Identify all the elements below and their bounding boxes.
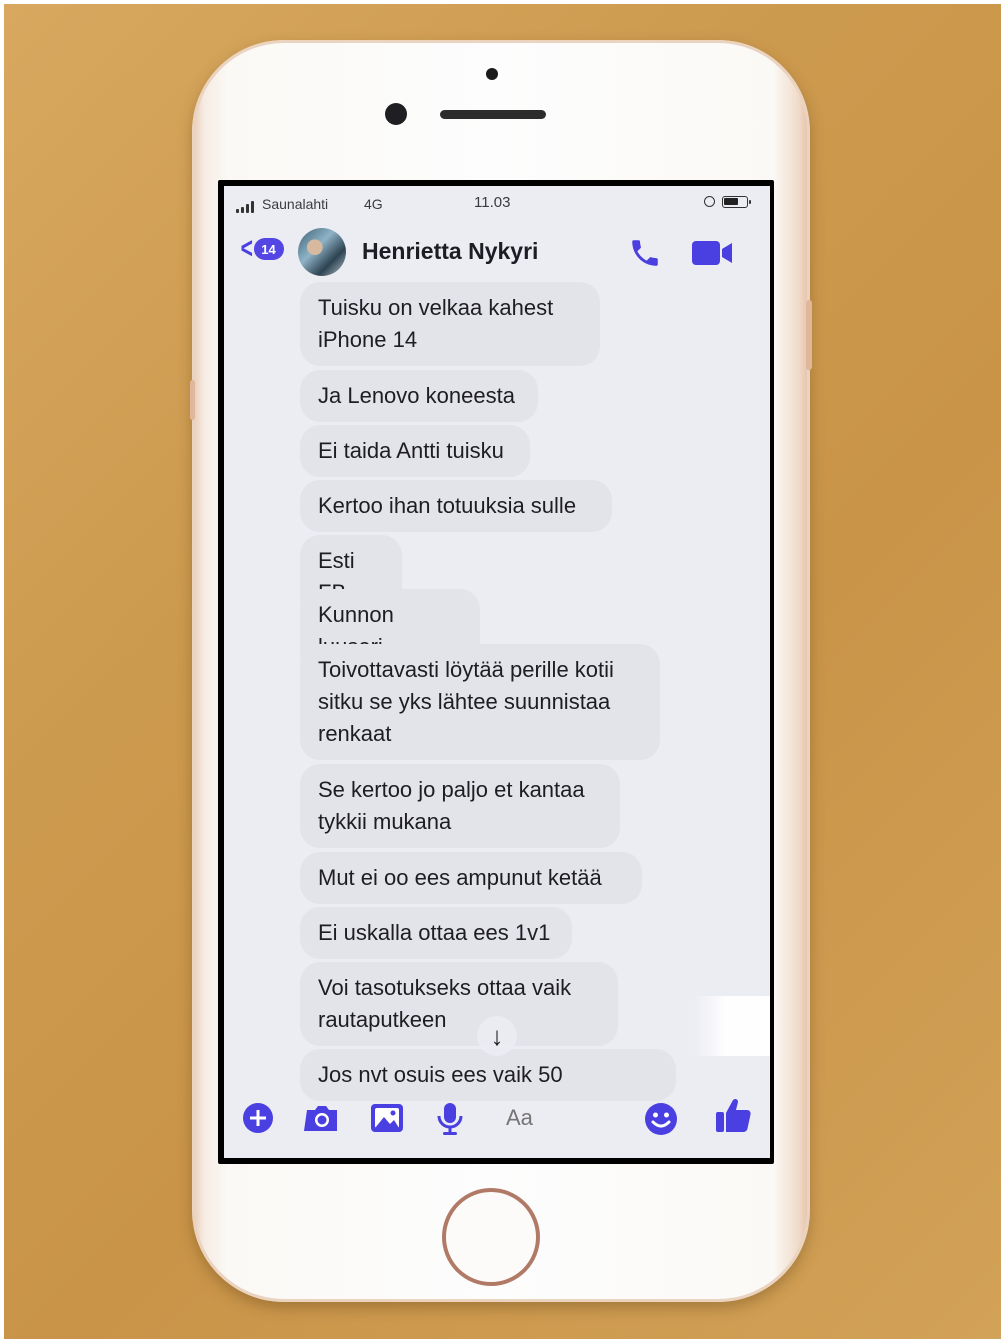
back-button[interactable]: < 14 (238, 234, 284, 264)
earpiece-speaker (440, 110, 546, 119)
message-bubble[interactable]: Se kertoo jo paljo et kantaa tykkii muka… (300, 764, 620, 848)
chat-header: < 14 Henrietta Nykyri (224, 222, 770, 280)
rotation-lock-icon (704, 196, 715, 207)
message-bubble[interactable]: Toivottavasti löytää perille kotii sitku… (300, 644, 660, 760)
volume-button (190, 380, 195, 420)
unread-count-badge: 14 (253, 238, 284, 260)
message-bubble[interactable]: Ja Lenovo koneesta (300, 370, 538, 422)
emoji-icon[interactable] (644, 1102, 678, 1136)
proximity-sensor (486, 68, 498, 80)
status-time: 11.03 (474, 194, 511, 211)
message-input[interactable] (504, 1104, 628, 1132)
back-chevron-icon: < (240, 232, 253, 265)
image-icon[interactable] (370, 1102, 404, 1134)
message-bubble[interactable]: Voi tasotukseks ottaa vaik rautaputkeen (300, 962, 618, 1046)
screen: Saunalahti 4G 11.03 < 14 Henrietta Nykyr… (218, 180, 774, 1164)
microphone-icon[interactable] (436, 1102, 464, 1136)
signal-strength-icon (236, 201, 254, 213)
message-bubble[interactable]: Kertoo ihan totuuksia sulle (300, 480, 612, 532)
arrow-down-icon: ↓ (490, 1021, 504, 1051)
scroll-to-bottom-button[interactable]: ↓ (477, 1016, 517, 1056)
messenger-app: Saunalahti 4G 11.03 < 14 Henrietta Nykyr… (224, 186, 770, 1158)
phone-icon[interactable] (628, 236, 662, 270)
power-button (806, 300, 812, 370)
thumbs-up-icon[interactable] (714, 1096, 752, 1134)
message-composer (224, 1088, 770, 1158)
message-bubble[interactable]: Ei uskalla ottaa ees 1v1 (300, 907, 572, 959)
camera-icon[interactable] (304, 1102, 340, 1134)
message-bubble[interactable]: Mut ei oo ees ampunut ketää (300, 852, 642, 904)
contact-avatar[interactable] (298, 228, 346, 276)
contact-name[interactable]: Henrietta Nykyri (362, 238, 538, 265)
screen-glare (694, 996, 770, 1056)
front-camera (385, 103, 407, 125)
message-bubble[interactable]: Tuisku on velkaa kahest iPhone 14 (300, 282, 600, 366)
battery-icon (722, 196, 751, 208)
carrier-name: Saunalahti (262, 196, 329, 212)
plus-icon[interactable] (242, 1102, 274, 1134)
status-bar: Saunalahti 4G 11.03 (224, 186, 770, 220)
video-camera-icon[interactable] (692, 240, 732, 266)
home-button[interactable] (442, 1188, 540, 1286)
network-type: 4G (364, 196, 383, 212)
message-bubble[interactable]: Ei taida Antti tuisku (300, 425, 530, 477)
